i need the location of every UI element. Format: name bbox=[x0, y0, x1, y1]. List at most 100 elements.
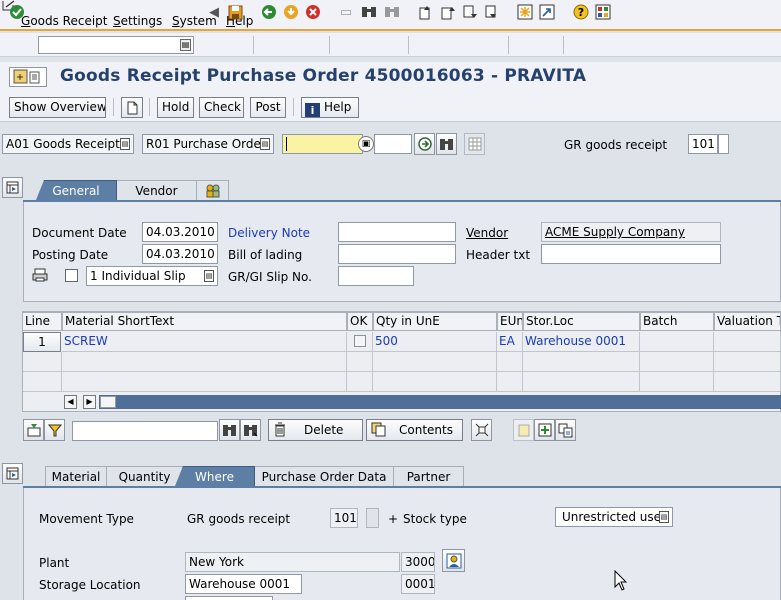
stock-type-label: Stock type bbox=[403, 512, 467, 526]
help-button[interactable]: i Help bbox=[301, 97, 359, 118]
ok-checkbox[interactable] bbox=[354, 335, 366, 347]
header-text-input[interactable] bbox=[541, 244, 721, 264]
delete-button[interactable]: Delete bbox=[268, 419, 363, 441]
collapse-left-icon[interactable]: ◀ bbox=[205, 3, 223, 21]
new-session-icon[interactable] bbox=[516, 3, 534, 21]
scroll-left-icon[interactable]: ◀ bbox=[64, 395, 77, 409]
column-header-storloc[interactable]: Stor.Loc bbox=[523, 312, 640, 331]
column-header-qty[interactable]: Qty in UnE bbox=[373, 312, 497, 331]
find-next-item-icon[interactable] bbox=[240, 419, 261, 441]
scrollbar-thumb[interactable] bbox=[100, 396, 116, 408]
movement-type-code-input[interactable]: 101 bbox=[688, 134, 718, 154]
menu-goods-receipt[interactable]: Goods Receipt bbox=[21, 13, 108, 29]
tab-partner-icon[interactable] bbox=[197, 180, 229, 200]
table-cell-valuation[interactable] bbox=[714, 332, 781, 352]
post-button[interactable]: Post bbox=[250, 97, 286, 118]
column-header-ok[interactable]: OK bbox=[347, 312, 373, 331]
next-page-icon[interactable] bbox=[461, 3, 479, 21]
tab-purchase-order-data[interactable]: Purchase Order Data bbox=[255, 466, 394, 486]
bill-of-lading-input[interactable] bbox=[338, 244, 456, 264]
table-cell-storloc[interactable]: Warehouse 0001 bbox=[523, 332, 640, 352]
table-cell-eun[interactable]: EA bbox=[497, 332, 523, 352]
search-help-icon[interactable]: ▣ bbox=[358, 136, 374, 152]
copy-item-icon[interactable] bbox=[555, 419, 576, 441]
select-all-icon[interactable] bbox=[23, 419, 44, 441]
table-row-empty bbox=[23, 352, 62, 372]
plant-name-field[interactable]: New York bbox=[185, 552, 400, 572]
previous-page-icon[interactable] bbox=[439, 3, 457, 21]
action-select[interactable]: A01 Goods Receipt ▤ bbox=[2, 134, 134, 154]
save-icon[interactable] bbox=[226, 3, 244, 21]
find-next-icon[interactable] bbox=[383, 3, 401, 21]
layout-menu-icon[interactable] bbox=[594, 3, 612, 21]
find-document-icon[interactable] bbox=[436, 133, 457, 155]
table-cell-material[interactable]: SCREW bbox=[62, 332, 347, 352]
scroll-right-icon[interactable]: ▶ bbox=[83, 395, 96, 409]
reference-doc-select[interactable]: R01 Purchase Order ▤ bbox=[142, 134, 274, 154]
print-icon[interactable]: ▭ bbox=[337, 3, 355, 21]
column-header-batch[interactable]: Batch bbox=[640, 312, 714, 331]
print-checkbox[interactable] bbox=[65, 269, 78, 282]
shortcut-icon[interactable] bbox=[538, 3, 556, 21]
tab-where[interactable]: Where bbox=[175, 466, 255, 486]
back-icon[interactable] bbox=[260, 3, 278, 21]
menu-settings[interactable]: Settings bbox=[113, 13, 162, 29]
tab-partner[interactable]: Partner bbox=[394, 466, 464, 486]
collapse-detail-icon[interactable] bbox=[2, 463, 23, 484]
filter-icon[interactable] bbox=[44, 419, 65, 441]
column-header-valuation[interactable]: Valuation T. bbox=[714, 312, 781, 331]
po-number-input[interactable] bbox=[282, 134, 363, 154]
document-date-input[interactable]: 04.03.2010 bbox=[142, 222, 218, 242]
notes-icon[interactable] bbox=[513, 419, 534, 441]
horizontal-scrollbar[interactable] bbox=[99, 395, 781, 409]
cancel-icon[interactable] bbox=[304, 3, 322, 21]
item-search-input[interactable] bbox=[72, 421, 218, 441]
services-for-object-icon[interactable] bbox=[9, 67, 47, 87]
posting-date-input[interactable]: 04.03.2010 bbox=[142, 244, 218, 264]
gr-gi-slip-input[interactable] bbox=[338, 266, 414, 286]
execute-icon[interactable] bbox=[414, 133, 435, 155]
enter-icon[interactable] bbox=[8, 3, 26, 21]
exit-icon[interactable] bbox=[282, 3, 300, 21]
row-selector[interactable]: 1 bbox=[23, 332, 61, 352]
last-page-icon[interactable] bbox=[483, 3, 501, 21]
expand-icon[interactable] bbox=[471, 419, 492, 441]
collapse-header-icon[interactable] bbox=[2, 177, 23, 198]
tab-general[interactable]: General bbox=[36, 180, 117, 200]
find-item-icon[interactable] bbox=[219, 419, 240, 441]
show-overview-button[interactable]: Show Overview bbox=[9, 97, 106, 118]
tab-vendor[interactable]: Vendor bbox=[117, 180, 197, 200]
table-settings-icon[interactable] bbox=[464, 133, 485, 155]
movement-type-extra-input[interactable] bbox=[718, 134, 729, 154]
column-header-eun[interactable]: EUn bbox=[497, 312, 523, 331]
plant-address-icon[interactable] bbox=[442, 549, 465, 572]
movement-type-field[interactable]: 101 bbox=[330, 508, 358, 528]
column-header-material[interactable]: Material ShortText bbox=[62, 312, 347, 331]
table-cell-qty[interactable]: 500 bbox=[373, 332, 497, 352]
slip-version-select[interactable]: 1 Individual Slip ▤ bbox=[86, 266, 218, 286]
help-icon[interactable]: ? bbox=[572, 3, 590, 21]
table-cell-batch[interactable] bbox=[640, 332, 714, 352]
vendor-label[interactable]: Vendor bbox=[466, 225, 508, 241]
stock-type-select[interactable]: Unrestricted use ▤ bbox=[555, 507, 673, 527]
hold-button[interactable]: Hold bbox=[157, 97, 194, 118]
check-button[interactable]: Check bbox=[199, 97, 244, 118]
contents-button[interactable]: Contents bbox=[366, 419, 463, 441]
new-document-icon[interactable] bbox=[121, 97, 143, 118]
column-header-line[interactable]: Line bbox=[22, 312, 62, 331]
delivery-note-input[interactable] bbox=[338, 222, 456, 242]
first-page-icon[interactable] bbox=[417, 3, 435, 21]
toolbar-separator bbox=[149, 98, 150, 116]
add-item-icon[interactable] bbox=[534, 419, 555, 441]
storage-location-code-field[interactable]: 0001 bbox=[401, 574, 435, 594]
tab-material[interactable]: Material bbox=[45, 466, 107, 486]
vendor-field[interactable]: ACME Supply Company bbox=[541, 222, 721, 242]
next-field-partial[interactable] bbox=[185, 596, 273, 600]
command-field-dropdown-icon[interactable]: ▤ bbox=[180, 39, 191, 51]
po-item-input[interactable] bbox=[374, 134, 412, 154]
plant-code-field[interactable]: 3000 bbox=[401, 552, 435, 572]
storage-location-input[interactable]: Warehouse 0001 bbox=[185, 574, 302, 594]
tab-quantity[interactable]: Quantity bbox=[107, 466, 183, 486]
command-field[interactable]: ▤ bbox=[38, 36, 194, 54]
find-icon[interactable] bbox=[360, 3, 378, 21]
